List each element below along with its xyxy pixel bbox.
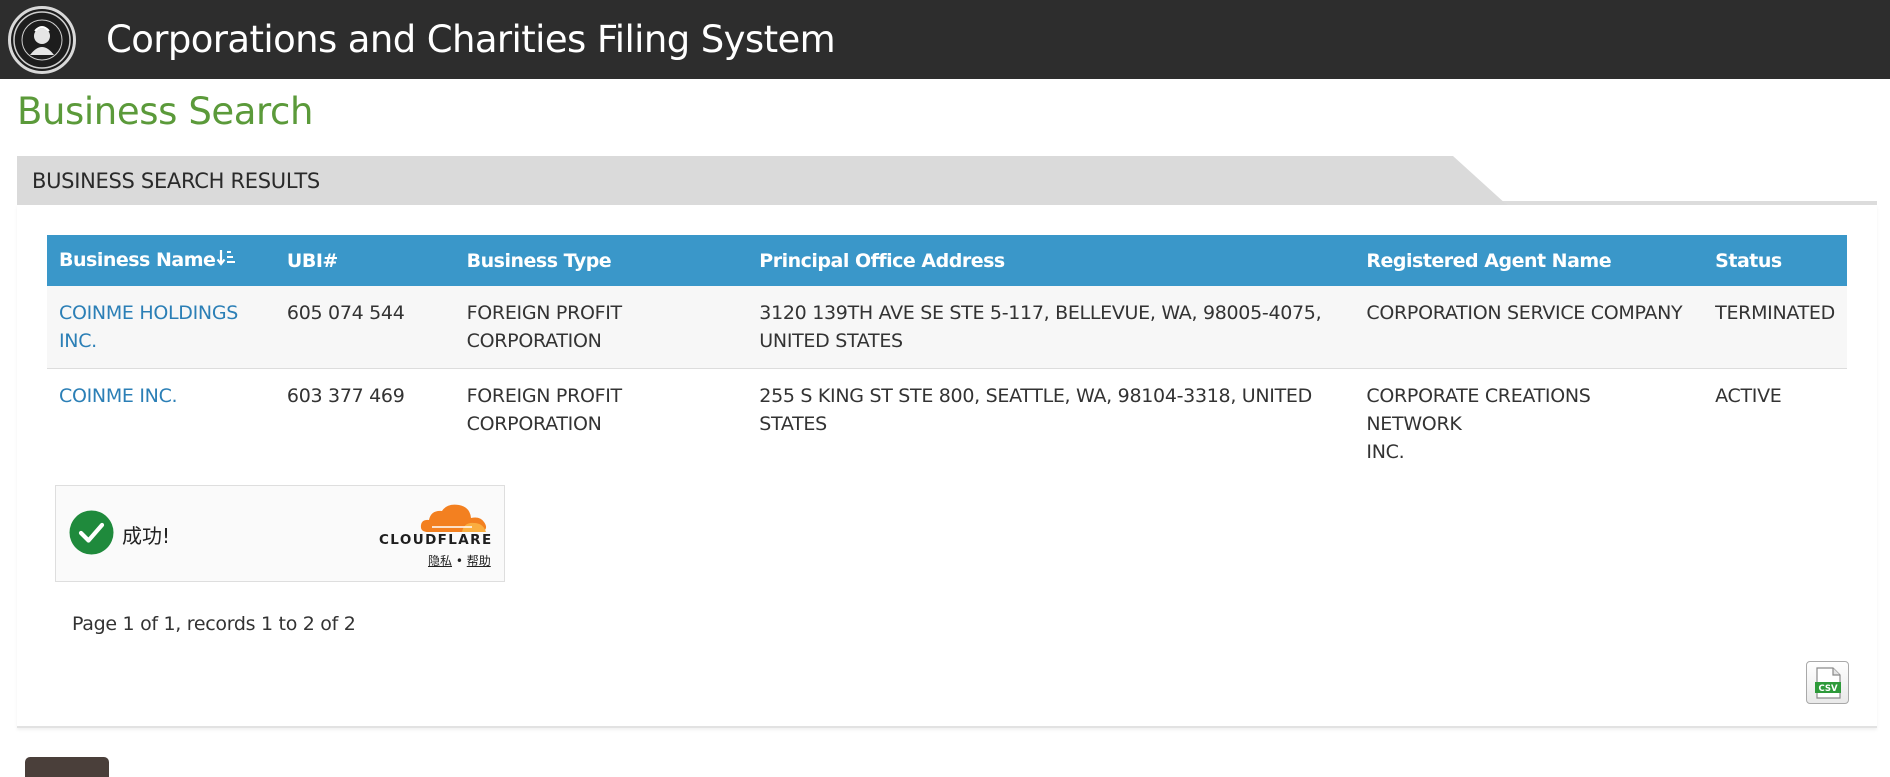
- cell-business-type: FOREIGN PROFIT CORPORATION: [466, 302, 623, 352]
- business-name-link[interactable]: COINME INC.: [59, 385, 178, 407]
- cell-ubi: 605 074 544: [286, 302, 405, 324]
- cell-principal-office-address: 3120 139TH AVE SE STE 5-117, BELLEVUE, W…: [759, 302, 1322, 352]
- back-button[interactable]: [25, 757, 109, 777]
- column-header-registered-agent-name[interactable]: Registered Agent Name: [1354, 235, 1703, 286]
- table-row: COINME HOLDINGS INC. 605 074 544 FOREIGN …: [47, 286, 1847, 368]
- column-header-business-name[interactable]: Business Name: [47, 235, 275, 286]
- column-header-principal-office-address[interactable]: Principal Office Address: [747, 235, 1354, 286]
- cell-business-name: COINME INC.: [47, 368, 275, 476]
- results-panel: Business Name UBI# Business Type Princip…: [17, 205, 1877, 728]
- app-header: Corporations and Charities Filing System: [0, 0, 1890, 79]
- column-header-status[interactable]: Status: [1703, 235, 1847, 286]
- cell-business-type: FOREIGN PROFIT CORPORATION: [466, 384, 623, 435]
- section-banner: BUSINESS SEARCH RESULTS: [17, 156, 1507, 205]
- captcha-links: 隐私 • 帮助: [428, 552, 491, 569]
- help-link[interactable]: 帮助: [467, 554, 491, 568]
- app-title: Corporations and Charities Filing System: [106, 18, 836, 61]
- table-row: COINME INC. 603 377 469 FOREIGN PROFIT CO…: [47, 368, 1847, 476]
- cloudflare-logo-text: CLOUDFLARE: [379, 532, 493, 548]
- cell-registered-agent-name: CORPORATION SERVICE COMPANY: [1366, 302, 1683, 324]
- export-csv-button[interactable]: CSV: [1806, 661, 1849, 704]
- pagination-summary: Page 1 of 1, records 1 to 2 of 2: [72, 613, 356, 635]
- results-table: Business Name UBI# Business Type Princip…: [47, 235, 1847, 476]
- sort-alpha-down-icon[interactable]: [216, 248, 236, 273]
- section-header: BUSINESS SEARCH RESULTS: [17, 156, 1877, 205]
- csv-file-icon: CSV: [1814, 666, 1841, 699]
- cell-principal-office-address: 255 S KING ST STE 800, SEATTLE, WA, 9810…: [759, 384, 1312, 435]
- cell-status: ACTIVE: [1715, 384, 1782, 407]
- cell-ubi: 603 377 469: [286, 384, 405, 407]
- cell-status: TERMINATED: [1715, 302, 1835, 324]
- cell-business-name: COINME HOLDINGS INC.: [47, 286, 275, 368]
- state-seal-icon[interactable]: [8, 5, 76, 74]
- privacy-link[interactable]: 隐私: [428, 554, 452, 568]
- business-name-link[interactable]: COINME HOLDINGS INC.: [59, 302, 238, 352]
- page-title: Business Search: [17, 90, 314, 133]
- success-check-icon: [69, 510, 114, 555]
- cloudflare-cloud-icon: [420, 504, 487, 532]
- captcha-success-text: 成功!: [122, 524, 171, 548]
- captcha-widget[interactable]: 成功! CLOUDFLARE 隐私 • 帮助: [55, 485, 505, 582]
- cell-registered-agent-name: CORPORATE CREATIONS NETWORK INC.: [1366, 384, 1591, 463]
- section-title: BUSINESS SEARCH RESULTS: [32, 168, 320, 193]
- csv-label: CSV: [1818, 684, 1838, 694]
- column-header-business-type[interactable]: Business Type: [455, 235, 748, 286]
- table-header-row: Business Name UBI# Business Type Princip…: [47, 235, 1847, 286]
- column-header-ubi[interactable]: UBI#: [275, 235, 455, 286]
- link-separator: •: [455, 554, 463, 568]
